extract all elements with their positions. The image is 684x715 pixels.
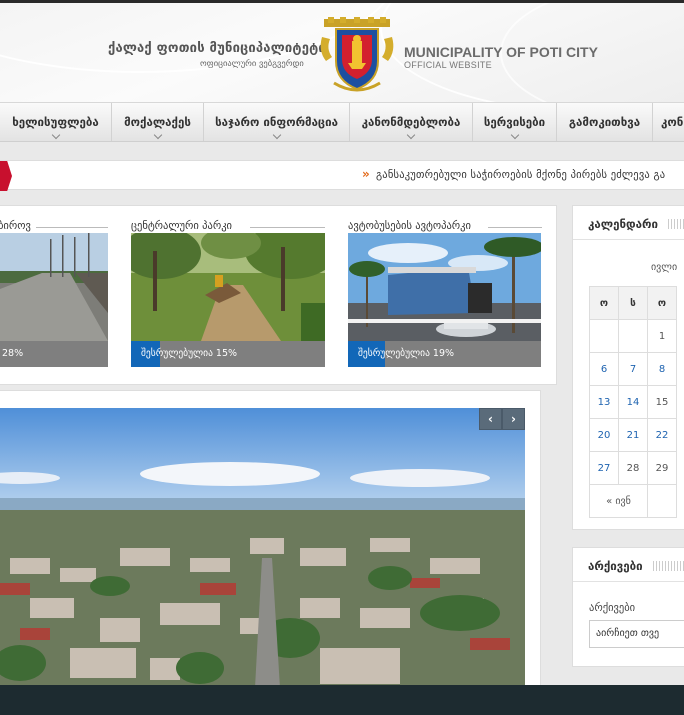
chevron-down-icon <box>510 130 519 140</box>
calendar-day-link[interactable]: 21 <box>618 418 648 452</box>
archive-widget: არქივები არქივები აირჩიეთ თვე <box>572 547 684 667</box>
nav-item-contact[interactable]: კონ <box>653 103 684 141</box>
nav-item-public-info[interactable]: საჯარო ინფორმაცია <box>204 103 350 141</box>
double-chevron-right-icon: » <box>362 167 370 181</box>
slider-next-button[interactable]: › <box>502 408 525 430</box>
nav-item-label: გამოკითხვა <box>568 115 641 129</box>
chevron-left-icon: ‹ <box>488 412 493 426</box>
calendar-day-link[interactable]: 14 <box>618 385 648 419</box>
calendar-widget: კალენდარი ივლი ო ს ო 1 6 7 8 13 14 15 20… <box>572 205 684 530</box>
archive-month-select[interactable]: აირჩიეთ თვე <box>589 620 684 648</box>
chevron-down-icon <box>406 130 416 140</box>
weekday-header: ო <box>647 286 677 320</box>
calendar-day-link[interactable]: 8 <box>647 352 677 386</box>
chevron-right-icon: › <box>511 412 516 426</box>
calendar-day: 29 <box>647 451 677 485</box>
calendar-day-link[interactable]: 22 <box>647 418 677 452</box>
page: ქალაქ ფოთის მუნიციპალიტეტი ოფიციალური ვე… <box>0 0 684 715</box>
nav-item-label: საჯარო ინფორმაცია <box>215 115 338 129</box>
nav-item-label: მოქალაქეს <box>124 115 191 129</box>
ticker-text[interactable]: განსაკუთრებული საჭიროების მქონე პირებს ე… <box>376 169 665 181</box>
project-image-park[interactable] <box>131 233 325 341</box>
calendar-day-link[interactable]: 6 <box>589 352 619 386</box>
weekday-header: ს <box>618 286 648 320</box>
photo-slider: ‹ › <box>0 390 541 700</box>
progress-label: შესრულებულია 19% <box>358 348 455 359</box>
calendar-day: 28 <box>618 451 648 485</box>
main-navigation: ხელისუფლება მოქალაქეს საჯარო ინფორმაცია … <box>0 102 684 142</box>
archive-label: არქივები <box>589 602 636 614</box>
divider <box>250 227 325 228</box>
calendar-day-link[interactable]: 20 <box>589 418 619 452</box>
nav-item-label: კანონმდებლობა <box>361 115 461 129</box>
calendar-day <box>589 319 619 353</box>
news-ticker: » განსაკუთრებული საჭიროების მქონე პირებს… <box>0 160 684 191</box>
project-title[interactable]: ავტობუსების ავტოპარკი <box>348 220 471 232</box>
calendar-day: 15 <box>647 385 677 419</box>
nav-item-poll[interactable]: გამოკითხვა <box>557 103 653 141</box>
archive-select-value: აირჩიეთ თვე <box>596 628 660 639</box>
calendar-day: 1 <box>647 319 677 353</box>
divider <box>36 227 108 228</box>
chevron-down-icon <box>153 130 162 140</box>
project-image-bus-station[interactable] <box>348 233 541 341</box>
calendar-prev-month-link[interactable]: « ივნ <box>589 484 648 518</box>
archive-header: არქივები <box>573 548 684 582</box>
project-progress-bar: შესრულებულია 15% <box>131 341 325 367</box>
nav-item-label: კონ <box>661 115 684 129</box>
calendar-day-link[interactable]: 7 <box>618 352 648 386</box>
site-title-georgian[interactable]: ქალაქ ფოთის მუნიციპალიტეტი <box>108 41 326 56</box>
project-title[interactable]: ბიროვ <box>0 220 31 232</box>
nav-item-government[interactable]: ხელისუფლება <box>0 103 112 141</box>
nav-item-label: ხელისუფლება <box>12 115 99 129</box>
project-title[interactable]: ცენტრალური პარკი <box>131 220 232 232</box>
calendar-day-link[interactable]: 13 <box>589 385 619 419</box>
projects-panel: ბიროვ 28% ცენტრალური პარკი შესრულებულია … <box>0 205 557 385</box>
calendar-day <box>618 319 648 353</box>
divider <box>488 227 542 228</box>
calendar-title: კალენდარი <box>588 217 658 231</box>
calendar-grid: ო ს ო 1 6 7 8 13 14 15 20 21 22 27 28 29… <box>589 286 677 518</box>
city-coat-of-arms-icon[interactable] <box>318 17 396 95</box>
site-title-english[interactable]: MUNICIPALITY OF POTI CITY <box>404 44 598 60</box>
progress-label: 28% <box>2 348 24 359</box>
slider-prev-button[interactable]: ‹ <box>479 408 502 430</box>
project-progress-bar: 28% <box>0 341 108 367</box>
nav-item-citizen[interactable]: მოქალაქეს <box>112 103 204 141</box>
nav-item-legislation[interactable]: კანონმდებლობა <box>350 103 473 141</box>
archive-title: არქივები <box>588 559 643 573</box>
footer <box>0 685 684 715</box>
city-aerial-photo[interactable] <box>0 408 525 688</box>
calendar-header: კალენდარი <box>573 206 684 240</box>
calendar-month: ივლი <box>651 262 678 273</box>
chevron-down-icon <box>51 130 60 140</box>
site-subtitle-english: OFFICIAL WEBSITE <box>404 60 492 70</box>
project-progress-bar: შესრულებულია 19% <box>348 341 541 367</box>
weekday-header: ო <box>589 286 619 320</box>
nav-item-label: სერვისები <box>483 115 546 129</box>
progress-label: შესრულებულია 15% <box>141 348 238 359</box>
site-subtitle-georgian: ოფიციალური ვებგვერდი <box>200 59 304 69</box>
ticker-flag-icon <box>0 161 12 191</box>
chevron-down-icon <box>272 130 281 140</box>
nav-item-services[interactable]: სერვისები <box>473 103 557 141</box>
site-header: ქალაქ ფოთის მუნიციპალიტეტი ოფიციალური ვე… <box>0 3 684 102</box>
header-decor <box>668 219 684 229</box>
project-image-road[interactable] <box>0 233 108 341</box>
calendar-day <box>647 484 677 518</box>
header-decor <box>653 561 684 571</box>
calendar-day-link[interactable]: 27 <box>589 451 619 485</box>
